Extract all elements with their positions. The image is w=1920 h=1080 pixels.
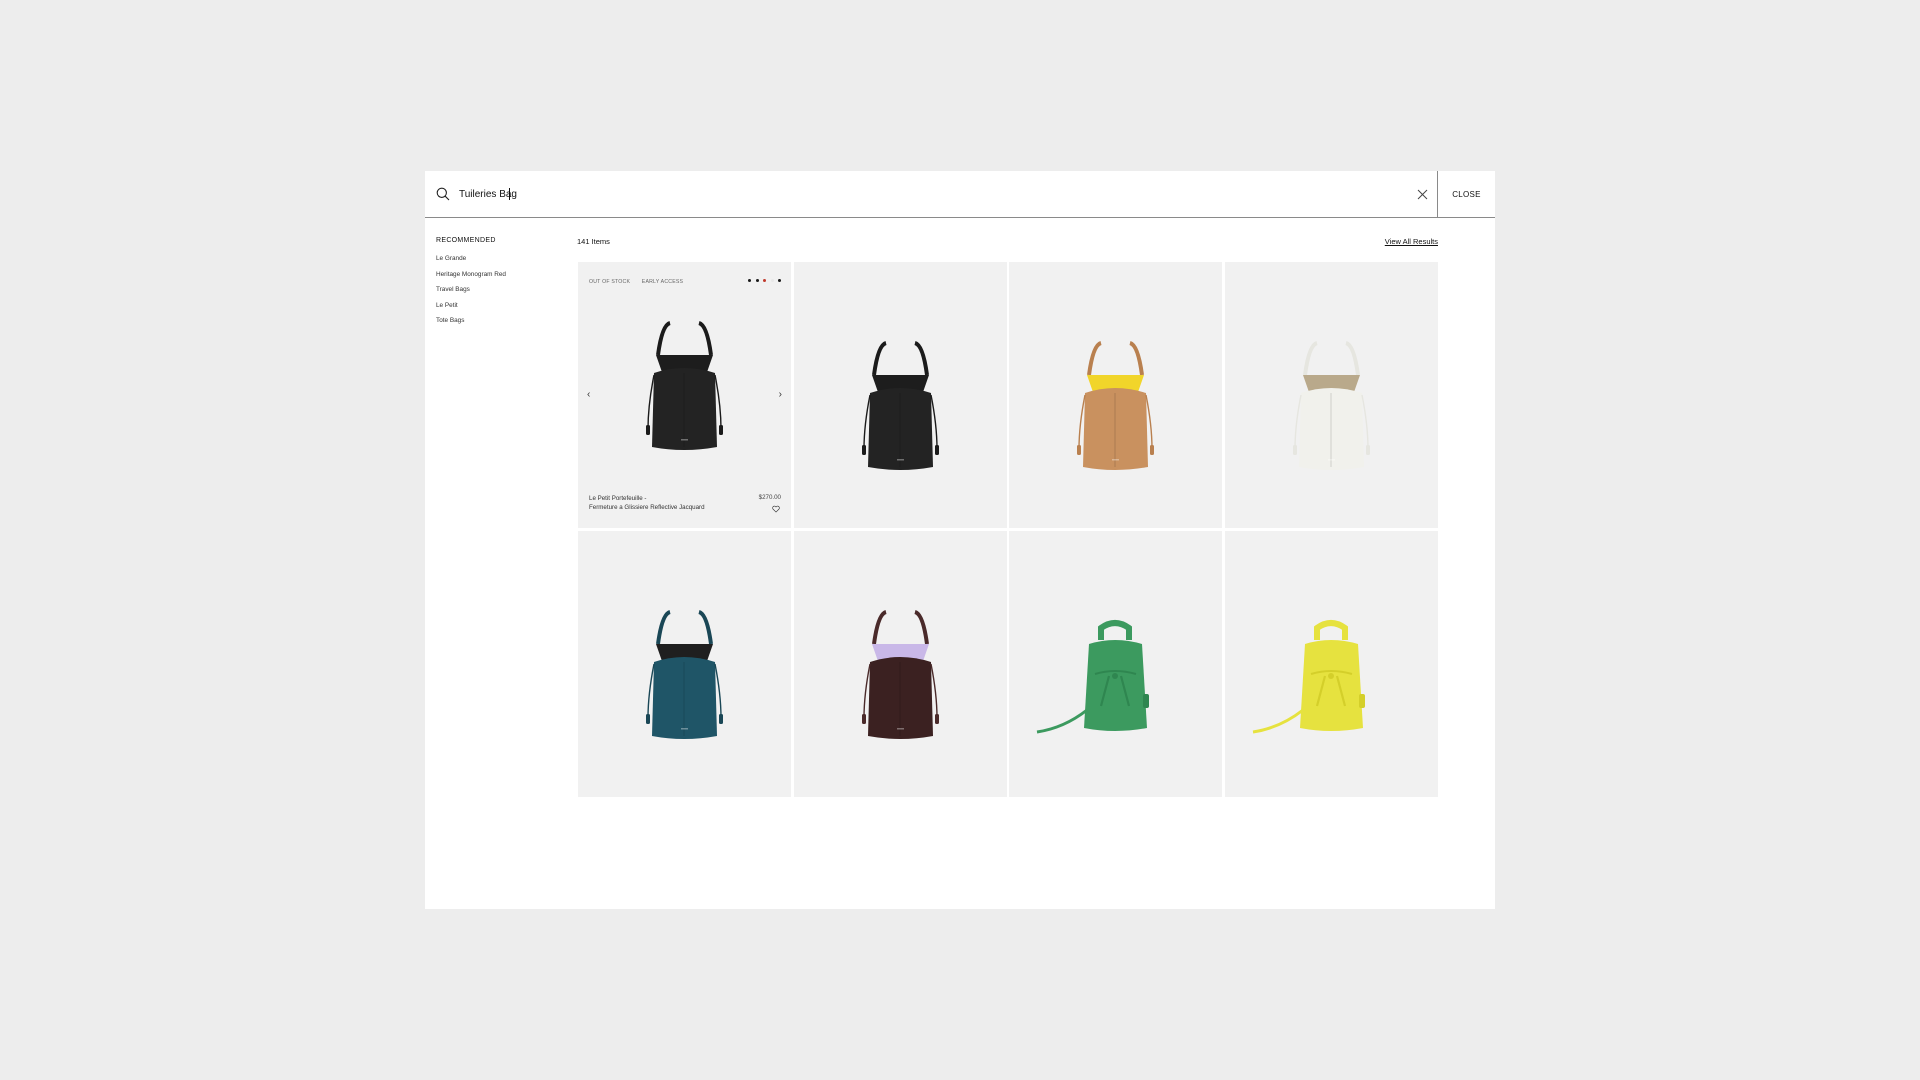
text-caret: [509, 188, 510, 200]
heart-icon[interactable]: [772, 505, 780, 513]
product-badges: OUT OF STOCK EARLY ACCESS: [589, 279, 693, 285]
product-card[interactable]: [1224, 262, 1438, 528]
search-bar: CLOSE: [425, 171, 1495, 218]
product-card[interactable]: [1224, 530, 1438, 797]
product-grid: OUT OF STOCK EARLY ACCESS ‹ › Le Petit P…: [578, 262, 1438, 797]
recommended-item[interactable]: Heritage Monogram Red: [436, 271, 566, 287]
color-swatches: [748, 279, 781, 282]
early-access-badge: EARLY ACCESS: [641, 279, 684, 285]
product-image: [646, 321, 723, 450]
color-swatch[interactable]: [763, 279, 766, 282]
recommended-item[interactable]: Travel Bags: [436, 286, 566, 302]
next-image-arrow-icon[interactable]: ›: [779, 390, 782, 400]
recommended-item[interactable]: Le Grande: [436, 255, 566, 271]
product-image: [1292, 341, 1370, 470]
color-swatch[interactable]: [748, 279, 751, 282]
product-image: [1252, 619, 1365, 733]
recommended-item[interactable]: Tote Bags: [436, 317, 566, 333]
recommended-title: RECOMMENDED: [436, 237, 496, 244]
results-count: 141 Items: [577, 237, 610, 246]
product-card[interactable]: [793, 530, 1007, 797]
product-price: $270.00: [758, 494, 781, 501]
clear-icon[interactable]: [1417, 189, 1428, 200]
recommended-item[interactable]: Le Petit: [436, 302, 566, 318]
search-modal: CLOSE RECOMMENDED Le Grande Heritage Mon…: [425, 171, 1495, 909]
product-card[interactable]: OUT OF STOCK EARLY ACCESS ‹ › Le Petit P…: [578, 262, 791, 528]
product-image: [1036, 619, 1149, 733]
out-of-stock-badge: OUT OF STOCK: [589, 279, 631, 285]
product-name: Le Petit Portefeuille - Fermeture a Glis…: [589, 495, 705, 511]
product-card[interactable]: [1009, 530, 1222, 797]
product-card[interactable]: [793, 262, 1007, 528]
previous-image-arrow-icon[interactable]: ‹: [587, 390, 590, 400]
view-all-results-link[interactable]: View All Results: [1385, 237, 1438, 246]
close-button[interactable]: CLOSE: [1438, 171, 1495, 217]
color-swatch[interactable]: [770, 279, 774, 282]
product-card[interactable]: [578, 530, 791, 797]
product-card[interactable]: [1009, 262, 1222, 528]
recommended-panel: RECOMMENDED Le Grande Heritage Monogram …: [436, 237, 566, 333]
color-swatch[interactable]: [778, 279, 781, 282]
search-input[interactable]: [459, 183, 1359, 205]
search-icon: [436, 187, 450, 201]
color-swatch[interactable]: [755, 279, 759, 282]
product-image: [646, 609, 723, 739]
product-image: [861, 609, 939, 739]
product-image: [861, 341, 939, 470]
product-image: [1077, 341, 1154, 470]
